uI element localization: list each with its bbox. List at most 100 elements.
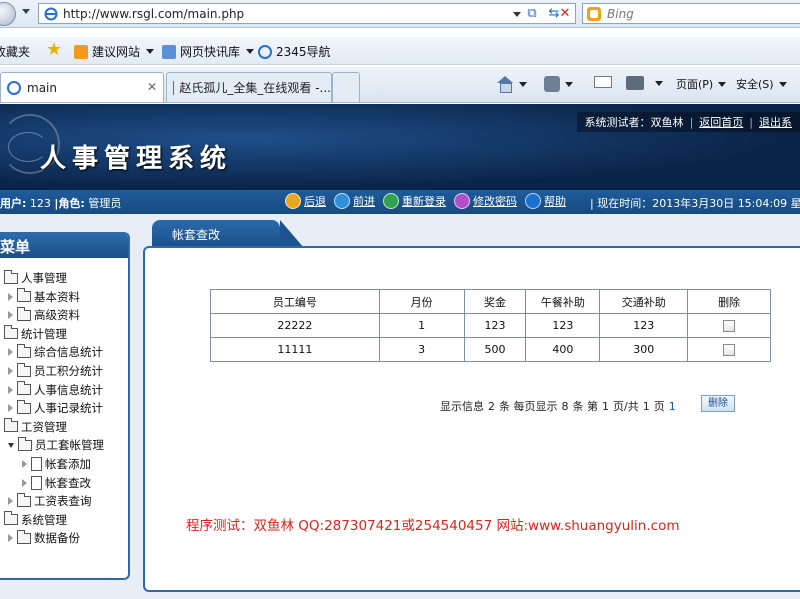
search-field[interactable]: Bing bbox=[582, 3, 800, 24]
collapsed-arrow-icon[interactable] bbox=[8, 534, 13, 543]
search-placeholder[interactable]: Bing bbox=[607, 7, 634, 21]
folder-icon bbox=[17, 399, 31, 414]
collapsed-arrow-icon[interactable] bbox=[8, 367, 13, 375]
action-label: 前进 bbox=[353, 195, 375, 208]
delete-checkbox[interactable] bbox=[723, 344, 736, 356]
header-links: 系统测试者：双鱼林 | 返回首页 | 退出系 bbox=[576, 112, 800, 132]
sidebar-item[interactable]: 人事记录统计 bbox=[8, 399, 103, 416]
page-menu[interactable]: 页面(P) bbox=[676, 76, 727, 92]
collapsed-arrow-icon[interactable] bbox=[8, 497, 13, 506]
collapsed-arrow-icon[interactable] bbox=[8, 348, 13, 357]
folder-icon bbox=[4, 269, 18, 284]
browser-tab-bar: main ✕ 赵氏孤儿_全集_在线观看 -... 页面(P) 安全(S) bbox=[0, 67, 800, 103]
url-text[interactable]: http://www.rsgl.com/main.php bbox=[63, 7, 244, 21]
url-field[interactable]: http://www.rsgl.com/main.php ⧉ ⇆ ✕ bbox=[38, 3, 576, 24]
relogin-icon bbox=[383, 193, 399, 209]
user-info-bar: 用户: 123 |角色: 管理员 后退 前进 重新登录 修改密码 帮助 | 现在… bbox=[0, 190, 800, 214]
sidebar-item[interactable]: 帐套查改 bbox=[22, 475, 91, 491]
relogin-link[interactable]: 重新登录 bbox=[383, 193, 446, 209]
folder-icon bbox=[18, 436, 32, 451]
forward-link[interactable]: 前进 bbox=[334, 193, 375, 209]
collapsed-arrow-icon[interactable] bbox=[22, 460, 27, 468]
sidebar-item[interactable]: 帐套添加 bbox=[22, 456, 91, 472]
chevron-down-icon bbox=[778, 81, 787, 87]
history-dropdown-icon[interactable] bbox=[22, 9, 30, 14]
fav-suggested-sites[interactable]: 建议网站 bbox=[74, 43, 155, 60]
sidebar-item[interactable]: 工资管理 bbox=[4, 418, 67, 435]
back-arrow-icon bbox=[285, 193, 301, 209]
cell-month: 3 bbox=[378, 337, 465, 362]
cell-employee-id: 22222 bbox=[210, 313, 380, 338]
col-transport-allowance: 交通补助 bbox=[599, 289, 689, 314]
tab-video[interactable]: 赵氏孤儿_全集_在线观看 -... bbox=[166, 72, 332, 102]
sidebar-item[interactable]: 基本资料 bbox=[8, 288, 80, 305]
collapsed-arrow-icon[interactable] bbox=[8, 311, 13, 320]
role-label: 角色: bbox=[58, 197, 85, 210]
chevron-down-icon bbox=[718, 81, 727, 87]
sidebar-item[interactable]: 高级资料 bbox=[8, 306, 80, 323]
back-button[interactable] bbox=[0, 2, 16, 26]
compat-view-icon[interactable]: ⧉ bbox=[523, 6, 541, 22]
fav-web-slice[interactable]: 网页快讯库 bbox=[162, 43, 255, 60]
tab-title: 赵氏孤儿_全集_在线观看 -... bbox=[179, 81, 331, 95]
collapsed-arrow-icon[interactable] bbox=[8, 404, 13, 413]
url-dropdown-icon[interactable] bbox=[513, 12, 521, 17]
expanded-arrow-icon[interactable] bbox=[8, 442, 14, 448]
cell-delete bbox=[687, 313, 771, 338]
sidebar-item[interactable]: 人事信息统计 bbox=[8, 381, 103, 398]
sidebar-item[interactable]: 工资表查询 bbox=[8, 492, 92, 509]
browser-address-bar: http://www.rsgl.com/main.php ⧉ ⇆ ✕ Bing bbox=[0, 0, 800, 28]
collapsed-arrow-icon[interactable] bbox=[8, 292, 13, 301]
stop-icon[interactable]: ✕ bbox=[553, 6, 577, 22]
sidebar-item[interactable]: 综合信息统计 bbox=[8, 343, 103, 360]
safety-menu[interactable]: 安全(S) bbox=[736, 76, 787, 92]
fav-2345[interactable]: 2345导航 bbox=[258, 43, 331, 60]
page-menu-label: 页面(P) bbox=[676, 78, 714, 91]
delete-checkbox[interactable] bbox=[723, 320, 736, 332]
sidebar-item[interactable]: 人事管理 bbox=[4, 269, 67, 286]
sidebar-item[interactable]: 员工套帐管理 bbox=[8, 436, 104, 453]
suggested-sites-icon bbox=[74, 44, 88, 59]
back-link[interactable]: 后退 bbox=[285, 193, 326, 209]
collapsed-arrow-icon[interactable] bbox=[8, 385, 13, 394]
pager-text: 显示信息 bbox=[440, 400, 484, 413]
sidebar-item-label: 员工积分统计 bbox=[34, 364, 103, 378]
tab-account-edit[interactable]: 帐套查改 bbox=[152, 220, 304, 248]
favorites-button[interactable]: 收藏夹 bbox=[0, 43, 30, 60]
mail-button[interactable] bbox=[594, 76, 612, 88]
close-icon[interactable]: ✕ bbox=[147, 80, 157, 94]
delete-button[interactable]: 删除 bbox=[701, 395, 735, 412]
help-icon bbox=[525, 193, 541, 209]
fav-label: 网页快讯库 bbox=[180, 45, 241, 59]
page-link[interactable]: 1 bbox=[669, 400, 676, 413]
col-delete: 删除 bbox=[687, 289, 771, 314]
add-favorite-button[interactable]: ★ bbox=[46, 41, 62, 59]
sidebar-item[interactable]: 员工积分统计 bbox=[8, 362, 103, 379]
lock-icon bbox=[454, 193, 470, 209]
cell-delete bbox=[687, 337, 771, 362]
collapsed-arrow-icon[interactable] bbox=[22, 478, 27, 487]
help-link[interactable]: 帮助 bbox=[525, 193, 566, 209]
chevron-down-icon bbox=[565, 81, 573, 87]
ie-icon bbox=[7, 80, 21, 95]
print-button[interactable] bbox=[626, 76, 663, 90]
favorites-label: 收藏夹 bbox=[0, 45, 31, 59]
fav-label: 建议网站 bbox=[92, 45, 141, 59]
logout-link[interactable]: 退出系 bbox=[759, 114, 792, 130]
tab-main[interactable]: main ✕ bbox=[0, 72, 164, 102]
sidebar-item-label: 人事管理 bbox=[21, 271, 67, 285]
feeds-button[interactable] bbox=[544, 76, 573, 92]
table-row: 11111 3 500 400 300 bbox=[210, 337, 771, 362]
change-password-link[interactable]: 修改密码 bbox=[454, 193, 517, 209]
cell-bonus: 500 bbox=[463, 337, 527, 362]
sidebar-item[interactable]: 统计管理 bbox=[4, 325, 67, 342]
sidebar-item[interactable]: 系统管理 bbox=[4, 511, 67, 528]
back-home-link[interactable]: 返回首页 bbox=[699, 114, 743, 130]
new-tab-button[interactable] bbox=[332, 72, 360, 102]
sidebar-menu: 菜单 人事管理 基本资料 高级资料 统计管理 综合信息统计 员工积分统计 人事信息统计 人事记… bbox=[0, 232, 130, 580]
chevron-down-icon bbox=[146, 49, 155, 54]
home-button[interactable] bbox=[496, 76, 527, 93]
fav-label: 2345导航 bbox=[276, 45, 331, 59]
sidebar-item[interactable]: 数据备份 bbox=[8, 529, 80, 546]
favorites-bar: 收藏夹 ★ 建议网站 网页快讯库 2345导航 bbox=[0, 37, 800, 65]
